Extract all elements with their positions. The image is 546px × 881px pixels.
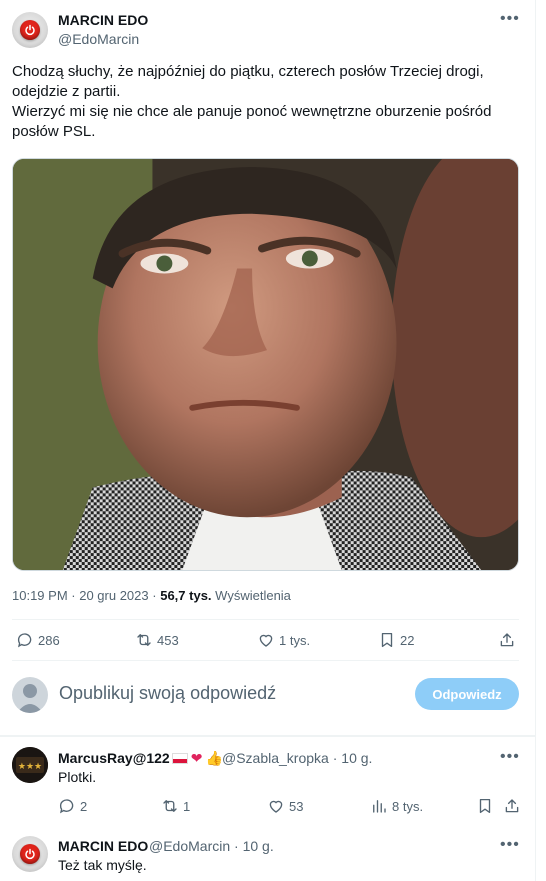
- reply-repost-button[interactable]: 1: [161, 797, 190, 815]
- column-border: [535, 0, 536, 881]
- thumbs-up-icon: 👍: [205, 750, 223, 766]
- reply-author-meta: @EdoMarcin · 10 g.: [149, 838, 274, 854]
- user-avatar[interactable]: [12, 677, 48, 713]
- bookmark-icon: [479, 798, 491, 814]
- reply-views-button[interactable]: 8 tys.: [370, 797, 423, 815]
- analytics-icon: [373, 800, 386, 813]
- svg-text:★★★: ★★★: [18, 762, 42, 772]
- reply-reply-button[interactable]: 2: [58, 797, 87, 815]
- stars-avatar-icon: ★★★: [12, 747, 48, 783]
- reply-age[interactable]: 10 g.: [243, 838, 274, 854]
- reply-author-name-text: MarcusRay@122: [58, 750, 170, 766]
- reply-count: 286: [38, 632, 60, 648]
- heart-icon: [259, 634, 273, 647]
- reply-reply-count: 2: [80, 798, 88, 814]
- reply-icon: [59, 799, 74, 814]
- share-action-button[interactable]: [498, 631, 520, 649]
- like-count: 1 tys.: [279, 632, 311, 648]
- power-icon: [20, 844, 40, 864]
- bookmark-icon: [381, 632, 393, 648]
- tweet-meta: 10:19 PM · 20 gru 2023 · 56,7 tys. Wyświ…: [12, 588, 291, 603]
- views-count: 56,7 tys.: [160, 588, 212, 603]
- portrait-illustration: [13, 159, 518, 570]
- reply-age[interactable]: 10 g.: [341, 750, 372, 766]
- reply-author-avatar[interactable]: [12, 836, 48, 872]
- tweet-photo[interactable]: [12, 158, 519, 571]
- power-icon: [20, 20, 40, 40]
- tweet-text-line: Wierzyć mi się nie chce ale panuje ponoć…: [12, 103, 492, 120]
- repost-count: 453: [157, 632, 179, 648]
- reply-like-button[interactable]: 53: [267, 797, 303, 815]
- share-icon: [505, 799, 519, 813]
- repost-icon: [163, 800, 177, 812]
- tweet-text-line: odejdzie z partii.: [12, 83, 121, 100]
- reply-action-button[interactable]: 286: [16, 631, 60, 649]
- tweet-date[interactable]: 20 gru 2023: [79, 588, 148, 603]
- share-icon: [500, 633, 514, 647]
- bookmark-count: 22: [400, 632, 415, 648]
- tweet-text-line: posłów PSL.: [12, 123, 96, 140]
- repost-action-button[interactable]: 453: [135, 631, 179, 649]
- tweet-text: Chodzą słuchy, że najpóźniej do piątku, …: [12, 62, 522, 142]
- tweet-time[interactable]: 10:19 PM: [12, 588, 68, 603]
- reply-more-icon[interactable]: •••: [500, 836, 520, 854]
- divider: [12, 660, 519, 661]
- heart-icon: [269, 800, 283, 813]
- like-action-button[interactable]: 1 tys.: [257, 631, 310, 649]
- reply-submit-button[interactable]: Odpowiedz: [415, 678, 519, 710]
- heart-emoji-icon: ❤: [190, 750, 203, 766]
- bookmark-action-button[interactable]: 22: [378, 631, 414, 649]
- author-handle[interactable]: @EdoMarcin: [58, 31, 139, 47]
- reply-input[interactable]: Opublikuj swoją odpowiedź: [59, 683, 276, 704]
- reply-text: Plotki.: [58, 769, 97, 785]
- reply-like-count: 53: [289, 798, 304, 814]
- reply-author-name[interactable]: MARCIN EDO: [58, 838, 148, 854]
- reply-author-handle[interactable]: @Szabla_kropka: [222, 750, 329, 766]
- reply-share-button[interactable]: [503, 797, 525, 815]
- author-avatar[interactable]: [12, 12, 48, 48]
- reply-text: Też tak myślę.: [58, 857, 147, 873]
- divider: [12, 619, 519, 620]
- tweet-text-line: Chodzą słuchy, że najpóźniej do piątku, …: [12, 63, 484, 80]
- poland-flag-icon: [171, 753, 188, 764]
- reply-author-avatar[interactable]: ★★★: [12, 747, 48, 783]
- reply-views-count: 8 tys.: [392, 798, 424, 814]
- repost-icon: [137, 634, 151, 646]
- section-divider: [0, 735, 535, 737]
- reply-author-meta: @Szabla_kropka · 10 g.: [222, 750, 373, 766]
- reply-more-icon[interactable]: •••: [500, 748, 520, 766]
- reply-bookmark-button[interactable]: [476, 797, 498, 815]
- views-label: Wyświetlenia: [215, 588, 291, 603]
- reply-author-handle[interactable]: @EdoMarcin: [149, 838, 230, 854]
- author-name[interactable]: MARCIN EDO: [58, 12, 148, 28]
- more-horizontal-icon[interactable]: •••: [500, 10, 520, 28]
- reply-repost-count: 1: [183, 798, 191, 814]
- reply-author-name[interactable]: MarcusRay@122 ❤ 👍: [58, 750, 223, 767]
- default-avatar-icon: [17, 684, 43, 713]
- reply-icon: [17, 633, 32, 648]
